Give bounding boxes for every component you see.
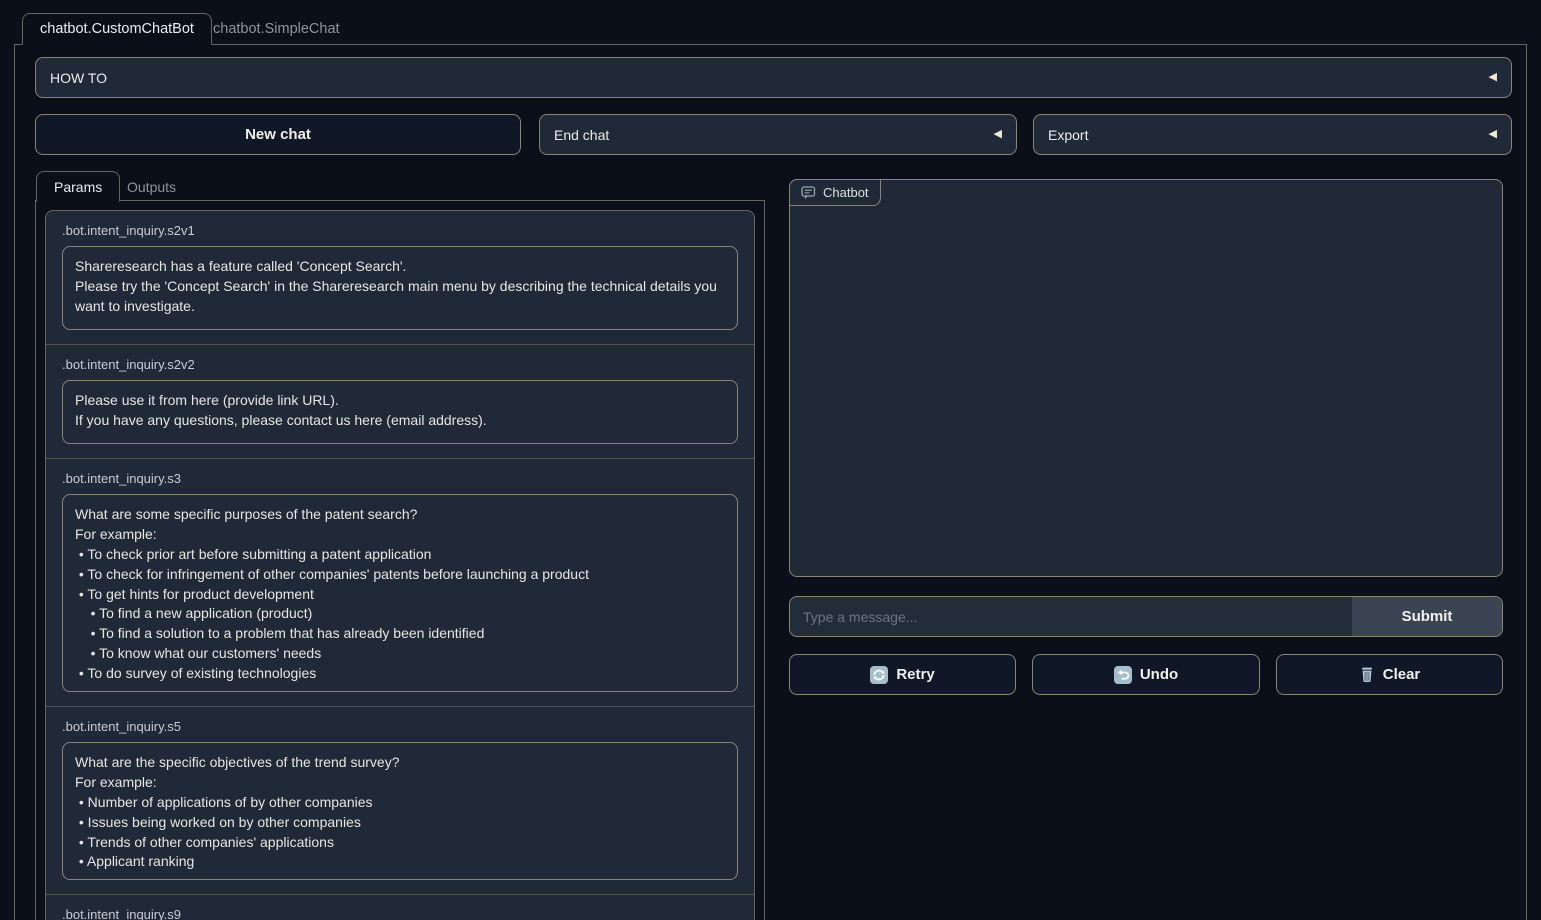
undo-label: Undo <box>1140 666 1178 683</box>
accordion-arrow-icon: ◀ <box>1489 72 1497 83</box>
howto-accordion[interactable]: HOW TO ◀ <box>35 57 1512 98</box>
end-chat-accordion[interactable]: End chat ◀ <box>539 114 1017 155</box>
chatbot-label-text: Chatbot <box>823 185 869 200</box>
retry-label: Retry <box>896 666 934 683</box>
param-textarea-s2v2[interactable]: Please use it from here (provide link UR… <box>62 380 738 444</box>
new-chat-button[interactable]: New chat <box>35 114 521 155</box>
retry-button[interactable]: Retry <box>789 654 1016 695</box>
retry-icon <box>870 666 888 684</box>
param-field: .bot.intent_inquiry.s2v1 Shareresearch h… <box>46 211 754 344</box>
chatbot-label: Chatbot <box>789 179 881 206</box>
trash-icon <box>1359 666 1375 684</box>
param-label: .bot.intent_inquiry.s9 <box>62 907 738 920</box>
tab-label: chatbot.SimpleChat <box>213 21 340 37</box>
param-label: .bot.intent_inquiry.s3 <box>62 471 738 486</box>
param-label: .bot.intent_inquiry.s5 <box>62 719 738 734</box>
param-field: .bot.intent_inquiry.s9 <box>46 894 754 920</box>
tab-outputs[interactable]: Outputs <box>110 171 193 202</box>
tab-params[interactable]: Params <box>36 171 120 202</box>
clear-button[interactable]: Clear <box>1276 654 1503 695</box>
param-field: .bot.intent_inquiry.s5 What are the spec… <box>46 706 754 894</box>
tab-outputs-label: Outputs <box>127 179 176 195</box>
accordion-arrow-icon: ◀ <box>1489 129 1497 140</box>
param-field: .bot.intent_inquiry.s3 What are some spe… <box>46 458 754 706</box>
clear-label: Clear <box>1383 666 1421 683</box>
tab-chatbot-simplechat[interactable]: chatbot.SimpleChat <box>196 13 357 45</box>
howto-accordion-label: HOW TO <box>50 70 107 86</box>
tab-label: chatbot.CustomChatBot <box>40 21 194 37</box>
params-form: .bot.intent_inquiry.s2v1 Shareresearch h… <box>45 210 755 920</box>
param-label: .bot.intent_inquiry.s2v2 <box>62 357 738 372</box>
chatbot-panel: Chatbot <box>789 179 1503 577</box>
tab-chatbot-customchatbot[interactable]: chatbot.CustomChatBot <box>22 13 212 45</box>
param-textarea-s5[interactable]: What are the specific objectives of the … <box>62 742 738 880</box>
undo-icon <box>1114 666 1132 684</box>
export-accordion[interactable]: Export ◀ <box>1033 114 1512 155</box>
message-input[interactable] <box>790 597 1352 636</box>
new-chat-label: New chat <box>245 126 311 143</box>
submit-button[interactable]: Submit <box>1352 597 1502 636</box>
param-label: .bot.intent_inquiry.s2v1 <box>62 223 738 238</box>
param-textarea-s3[interactable]: What are some specific purposes of the p… <box>62 494 738 692</box>
accordion-arrow-icon: ◀ <box>994 129 1002 140</box>
export-label: Export <box>1048 127 1088 143</box>
message-input-row: Submit <box>789 596 1503 637</box>
param-textarea-s2v1[interactable]: Shareresearch has a feature called 'Conc… <box>62 246 738 330</box>
end-chat-label: End chat <box>554 127 609 143</box>
chat-bubble-icon <box>801 186 816 200</box>
param-field: .bot.intent_inquiry.s2v2 Please use it f… <box>46 344 754 458</box>
undo-button[interactable]: Undo <box>1032 654 1260 695</box>
tab-params-label: Params <box>54 179 102 195</box>
